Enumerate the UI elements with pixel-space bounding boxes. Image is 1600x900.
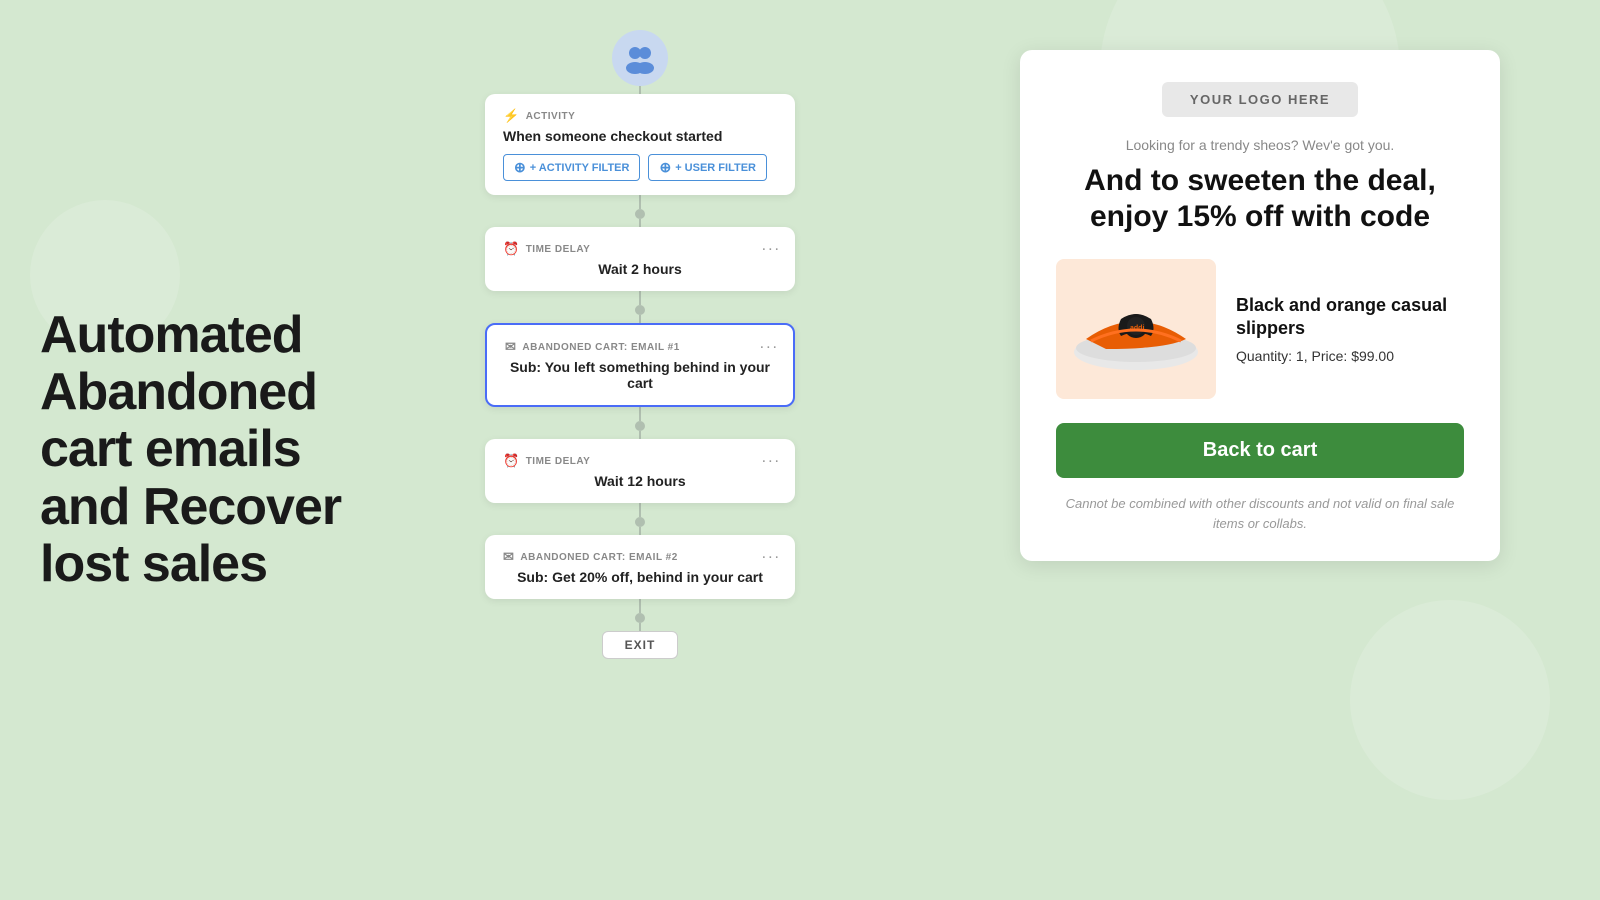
product-section: addi Black and orange casual slippers Qu…: [1056, 259, 1464, 399]
activity-label: ⚡ ACTIVITY: [503, 108, 777, 124]
email-disclaimer: Cannot be combined with other discounts …: [1056, 494, 1464, 533]
time-delay-2-card: ... ⏰ TIME DELAY Wait 12 hours: [485, 439, 795, 503]
product-image: addi: [1056, 259, 1216, 399]
dot-1: [635, 209, 645, 219]
connector-1: [639, 195, 641, 209]
workflow-avatar-icon: [612, 30, 668, 86]
email-headline: And to sweeten the deal, enjoy 15% off w…: [1056, 163, 1464, 235]
logo-placeholder: YOUR LOGO HERE: [1162, 82, 1358, 117]
activity-value: When someone checkout started: [503, 128, 777, 144]
time-delay-2-label: ⏰ TIME DELAY: [503, 453, 777, 469]
time-delay-2-icon: ⏰: [503, 453, 520, 469]
hero-section: Automated Abandoned cart emails and Reco…: [40, 307, 420, 593]
email-1-label: ✉ ABANDONED CART: EMAIL #1: [505, 339, 775, 355]
email-2-card: ... ✉ ABANDONED CART: EMAIL #2 Sub: Get …: [485, 535, 795, 599]
back-to-cart-button[interactable]: Back to cart: [1056, 423, 1464, 478]
price-value: $99.00: [1351, 348, 1394, 364]
bg-decoration-2: [1350, 600, 1550, 800]
user-filter-plus-icon: ⊕: [659, 159, 671, 176]
connector-2: [639, 291, 641, 305]
dot-5: [635, 613, 645, 623]
activity-icon: ⚡: [503, 108, 520, 124]
time-delay-1-label: ⏰ TIME DELAY: [503, 241, 777, 257]
connector-5b: [639, 623, 641, 631]
email-2-icon: ✉: [503, 549, 514, 565]
email-2-label: ✉ ABANDONED CART: EMAIL #2: [503, 549, 777, 565]
price-label: Price:: [1312, 348, 1348, 364]
connector-1b: [639, 219, 641, 227]
dot-2: [635, 305, 645, 315]
connector-5: [639, 599, 641, 613]
dot-4: [635, 517, 645, 527]
product-meta: Quantity: 1, Price: $99.00: [1236, 348, 1464, 364]
time-delay-1-icon: ⏰: [503, 241, 520, 257]
connector-0: [639, 86, 641, 94]
activity-card: ⚡ ACTIVITY When someone checkout started…: [485, 94, 795, 195]
connector-4b: [639, 527, 641, 535]
hero-title: Automated Abandoned cart emails and Reco…: [40, 307, 420, 593]
product-name: Black and orange casual slippers: [1236, 294, 1464, 341]
connector-3: [639, 407, 641, 421]
time-delay-1-menu[interactable]: ...: [762, 237, 781, 255]
email-1-menu[interactable]: ...: [760, 335, 779, 353]
email-1-icon: ✉: [505, 339, 516, 355]
email-subtitle: Looking for a trendy sheos? Wev'e got yo…: [1056, 137, 1464, 153]
time-delay-2-value: Wait 12 hours: [503, 473, 777, 489]
quantity-label: Quantity:: [1236, 348, 1292, 364]
activity-filter-plus-icon: ⊕: [514, 159, 526, 176]
time-delay-1-card: ... ⏰ TIME DELAY Wait 2 hours: [485, 227, 795, 291]
time-delay-2-menu[interactable]: ...: [762, 449, 781, 467]
connector-3b: [639, 431, 641, 439]
email-2-menu[interactable]: ...: [762, 545, 781, 563]
filter-buttons: ⊕ + ACTIVITY FILTER ⊕ + USER FILTER: [503, 154, 777, 181]
quantity-value: 1: [1296, 348, 1304, 364]
dot-3: [635, 421, 645, 431]
exit-node: EXIT: [602, 631, 679, 659]
email-2-value: Sub: Get 20% off, behind in your cart: [503, 569, 777, 585]
email-1-card: ... ✉ ABANDONED CART: EMAIL #1 Sub: You …: [485, 323, 795, 407]
email-preview-panel: YOUR LOGO HERE Looking for a trendy sheo…: [1020, 50, 1500, 561]
email-1-value: Sub: You left something behind in your c…: [505, 359, 775, 391]
connector-4: [639, 503, 641, 517]
slipper-svg: addi: [1066, 274, 1206, 384]
user-filter-button[interactable]: ⊕ + USER FILTER: [648, 154, 767, 181]
activity-filter-button[interactable]: ⊕ + ACTIVITY FILTER: [503, 154, 640, 181]
connector-2b: [639, 315, 641, 323]
time-delay-1-value: Wait 2 hours: [503, 261, 777, 277]
product-info: Black and orange casual slippers Quantit…: [1236, 294, 1464, 365]
workflow-section: ⚡ ACTIVITY When someone checkout started…: [460, 30, 820, 659]
